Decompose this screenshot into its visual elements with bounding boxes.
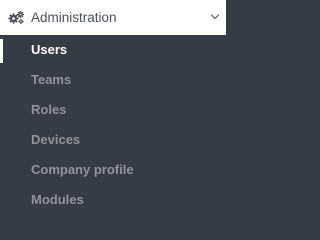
administration-section-header[interactable]: Administration	[0, 0, 226, 35]
gears-icon	[8, 11, 24, 25]
sidebar-item-modules[interactable]: Modules	[0, 185, 226, 215]
chevron-down-icon[interactable]	[210, 13, 220, 21]
sidebar-item-devices[interactable]: Devices	[0, 125, 226, 155]
admin-sidebar-nav: Administration Users Teams Roles Devices…	[0, 0, 226, 216]
sidebar-item-teams[interactable]: Teams	[0, 65, 226, 95]
section-title: Administration	[31, 10, 117, 25]
administration-submenu: Users Teams Roles Devices Company profil…	[0, 35, 226, 215]
sidebar-item-roles[interactable]: Roles	[0, 95, 226, 125]
sidebar-item-company-profile[interactable]: Company profile	[0, 155, 226, 185]
sidebar-item-users[interactable]: Users	[0, 35, 226, 65]
